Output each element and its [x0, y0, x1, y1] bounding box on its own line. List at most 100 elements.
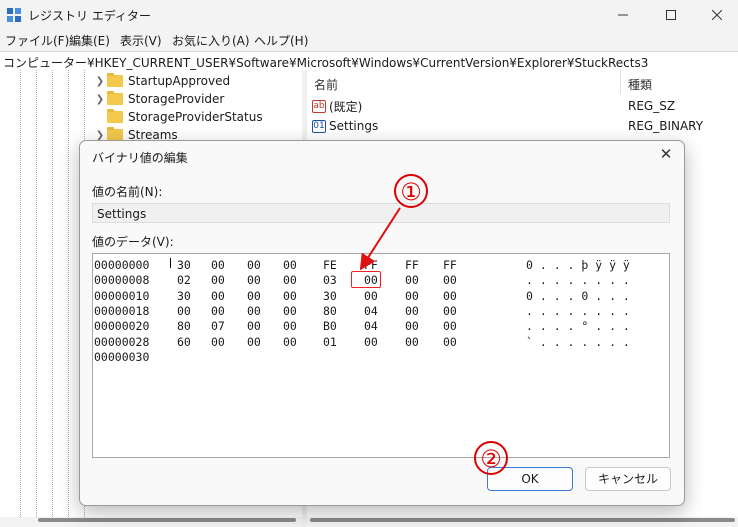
hex-byte[interactable]: 00 [443, 319, 471, 334]
hex-byte[interactable]: 00 [283, 335, 311, 350]
string-value-icon: ab [312, 99, 326, 113]
hex-byte[interactable]: FF [443, 258, 471, 273]
column-divider[interactable] [620, 70, 621, 94]
folder-icon [107, 91, 123, 105]
tree-horizontal-scrollbar[interactable] [38, 518, 296, 522]
hex-byte[interactable]: FF [405, 258, 433, 273]
title-bar: レジストリ エディター [0, 0, 738, 30]
dialog-close-icon[interactable]: ✕ [658, 146, 674, 162]
hex-byte[interactable]: 07 [211, 319, 239, 334]
hex-byte[interactable]: 00 [177, 304, 205, 319]
hex-byte[interactable]: 00 [211, 304, 239, 319]
hex-byte[interactable]: 00 [247, 335, 275, 350]
tree-guide-line [36, 70, 37, 517]
cancel-button[interactable]: キャンセル [585, 467, 671, 491]
address-bar[interactable]: コンピューター¥HKEY_CURRENT_USER¥Software¥Micro… [0, 51, 738, 71]
hex-ascii: 0 . . . þ ÿ ÿ ÿ [526, 258, 630, 272]
chevron-right-icon[interactable]: ❯ [95, 130, 105, 141]
hex-byte[interactable]: 30 [177, 289, 205, 304]
tree-item-label: StorageProviderStatus [128, 110, 263, 124]
hex-byte[interactable]: 60 [177, 335, 205, 350]
menu-edit[interactable]: 編集(E) [69, 32, 110, 49]
value-name-field[interactable]: Settings [92, 203, 670, 223]
hex-byte[interactable]: 30 [177, 258, 205, 273]
hex-byte[interactable]: 00 [211, 258, 239, 273]
menu-bar: ファイル(F) 編集(E) 表示(V) お気に入り(A) ヘルプ(H) [0, 30, 738, 50]
hex-byte[interactable]: 00 [405, 304, 433, 319]
value-data-label: 値のデータ(V): [92, 235, 174, 249]
hex-ascii: 0 . . . 0 . . . [526, 288, 630, 303]
hex-byte[interactable]: 00 [405, 289, 433, 304]
hex-byte[interactable]: 00 [364, 335, 392, 350]
hex-byte[interactable]: 80 [177, 319, 205, 334]
hex-byte[interactable]: 00 [211, 289, 239, 304]
hex-byte[interactable]: 04 [364, 319, 392, 334]
chevron-right-icon[interactable]: ❯ [95, 76, 105, 87]
highlight-box-byte-03 [351, 271, 381, 288]
value-name-label: 値の名前(N): [92, 185, 163, 199]
hex-byte[interactable]: 00 [247, 319, 275, 334]
hex-byte[interactable]: 00 [443, 304, 471, 319]
hex-byte[interactable]: 04 [364, 304, 392, 319]
value-row-settings[interactable]: 01 Settings [312, 117, 378, 135]
column-header-type[interactable]: 種類 [628, 76, 652, 93]
hex-byte[interactable]: 80 [323, 304, 351, 319]
hex-byte[interactable]: 00 [247, 273, 275, 288]
hex-byte[interactable]: 00 [443, 273, 471, 288]
hex-address: 00000000 [94, 258, 150, 272]
hex-byte[interactable]: FE [323, 258, 351, 273]
menu-help[interactable]: ヘルプ(H) [254, 32, 308, 49]
hex-byte[interactable]: 01 [323, 335, 351, 350]
chevron-right-icon[interactable]: ❯ [95, 94, 105, 105]
value-row-default[interactable]: ab (既定) [312, 97, 362, 115]
hex-byte[interactable]: 00 [405, 319, 433, 334]
hex-address: 00000018 [94, 303, 150, 318]
menu-file[interactable]: ファイル(F) [5, 32, 69, 49]
hex-byte[interactable]: 00 [247, 304, 275, 319]
minimize-icon [618, 14, 628, 16]
hex-byte[interactable]: 02 [177, 273, 205, 288]
hex-ascii: . . . . ° . . . [526, 319, 630, 334]
hex-byte[interactable]: B0 [323, 319, 351, 334]
tree-item-storageproviderstatus[interactable]: StorageProviderStatus [95, 108, 263, 126]
hex-byte[interactable]: 00 [283, 289, 311, 304]
hex-byte[interactable]: 00 [283, 258, 311, 273]
close-icon [712, 10, 722, 20]
minimize-button[interactable] [600, 0, 646, 30]
value-name: Settings [329, 119, 379, 133]
hex-address: 00000028 [94, 334, 150, 349]
hex-address: 00000030 [94, 349, 150, 364]
hex-byte[interactable]: 00 [443, 289, 471, 304]
values-horizontal-scrollbar[interactable] [310, 518, 735, 522]
hex-byte[interactable]: 00 [247, 289, 275, 304]
hex-byte[interactable]: 00 [247, 258, 275, 273]
hex-byte[interactable]: 30 [323, 289, 351, 304]
close-button[interactable] [694, 0, 738, 30]
menu-view[interactable]: 表示(V) [120, 32, 162, 49]
hex-ascii: . . . . . . . . [526, 273, 630, 288]
hex-byte[interactable]: 00 [405, 335, 433, 350]
hex-byte[interactable]: 00 [405, 273, 433, 288]
tree-guide-line [20, 70, 21, 517]
hex-byte[interactable]: 00 [211, 335, 239, 350]
text-cursor [170, 258, 171, 268]
hex-byte[interactable]: 03 [323, 273, 351, 288]
hex-byte[interactable]: 00 [283, 304, 311, 319]
hex-byte[interactable]: 00 [443, 335, 471, 350]
hex-byte[interactable]: 00 [283, 319, 311, 334]
hex-byte[interactable]: 00 [364, 289, 392, 304]
tree-item-storageprovider[interactable]: ❯ StorageProvider [95, 90, 224, 108]
column-header-name[interactable]: 名前 [314, 76, 338, 93]
menu-favorites[interactable]: お気に入り(A) [172, 32, 250, 49]
annotation-marker-2: ② [474, 441, 508, 475]
hex-address: 00000020 [94, 319, 150, 334]
tree-guide-line [52, 70, 53, 517]
binary-value-icon: 01 [312, 119, 326, 133]
tree-item-startupapproved[interactable]: ❯ StartupApproved [95, 72, 230, 90]
hex-editor[interactable]: 00000000 30 00 00 00 FE FF FF FF 0 . . . þ ÿ ÿ ÿ0… [92, 253, 670, 458]
folder-icon [107, 109, 123, 123]
edit-binary-dialog: バイナリ値の編集 ✕ 値の名前(N): Settings 値のデータ(V): 0… [79, 140, 685, 506]
hex-byte[interactable]: 00 [211, 273, 239, 288]
maximize-button[interactable] [648, 0, 694, 30]
hex-byte[interactable]: 00 [283, 273, 311, 288]
